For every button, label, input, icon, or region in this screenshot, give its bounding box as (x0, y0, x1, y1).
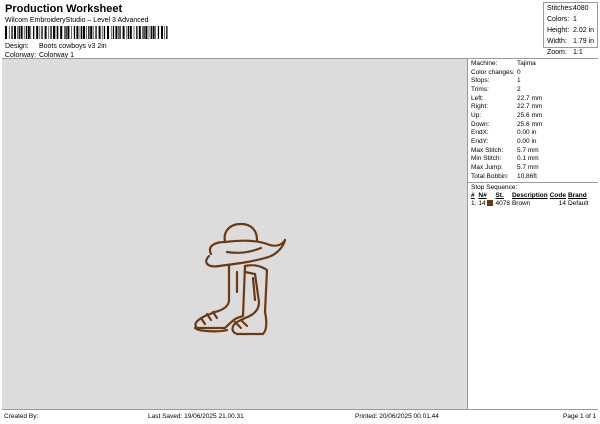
stat-width: Width: 1.79 in (547, 38, 595, 45)
machine-info-label: Right: (471, 103, 488, 111)
machine-info-label: Trims: (471, 85, 489, 93)
cell-needle: 14 (477, 200, 494, 208)
stat-stitches: Stitches: 4080 (547, 5, 589, 12)
machine-info-label: Down: (471, 120, 490, 128)
cell-description: Brown (511, 200, 531, 208)
machine-info-row: Min Stitch: 0.1 mm (468, 155, 598, 164)
stop-sequence-header-row: # N# St. Description Code Brand (470, 192, 590, 200)
machine-info-label: Left: (471, 94, 484, 102)
stat-zoom: Zoom: 1:1 (547, 49, 583, 56)
design-row: Design: Boots cowboys v3 2in (5, 43, 107, 50)
machine-info-value: 10.86ft (517, 172, 537, 180)
machine-info-panel: Machine: Tajima Color changes: 0 Stops: 1 Trim… (468, 59, 598, 409)
machine-info-value: 22.7 mm (517, 103, 543, 111)
page-number: Page 1 of 1 (563, 413, 597, 420)
footer-divider (2, 409, 598, 410)
machine-info-label: Max Stitch: (471, 146, 504, 154)
design-value: Boots cowboys v3 2in (38, 43, 107, 50)
machine-info-row: Up: 25.6 mm (468, 111, 598, 120)
machine-info-row: Machine: Tajima (468, 59, 598, 68)
machine-info-value: Tajima (517, 59, 536, 67)
cell-index: 1. (471, 200, 477, 208)
machine-info-row: Max Stitch: 5.7 mm (468, 146, 598, 155)
cell-brand: Default (567, 200, 589, 208)
machine-info-row: Trims: 2 (468, 85, 598, 94)
design-preview-canvas (2, 59, 468, 409)
machine-info-row: Right: 22.7 mm (468, 102, 598, 111)
printed-date: Printed: 20/06/2025 00.01.44 (355, 413, 439, 420)
footer: Created By: Last Saved: 19/06/2025 21.00… (2, 411, 598, 421)
machine-info-value: 5.7 mm (517, 164, 539, 172)
machine-info-label: Stops: (471, 77, 490, 85)
worksheet: Production Worksheet Wilcom EmbroiderySt… (2, 1, 598, 423)
machine-info-row: Max Jump: 5.7 mm (468, 163, 598, 172)
col-index: # (471, 192, 475, 200)
stats-box: Stitches: 4080 Colors: 1 Height: 2.02 in Wi… (543, 2, 598, 56)
machine-info-label: Total Bobbin: (471, 172, 509, 180)
color-swatch (487, 200, 494, 207)
machine-info-value: 22.7 mm (517, 94, 543, 102)
machine-info-row: EndY: 0.00 in (468, 137, 598, 146)
table-row: 1. 14 4078 Brown 14 Default (470, 200, 590, 208)
machine-info-list: Machine: Tajima Color changes: 0 Stops: 1 Trim… (468, 59, 598, 181)
machine-info-label: Max Jump: (471, 164, 503, 172)
cell-code: 14 (558, 200, 566, 208)
last-saved: Last Saved: 19/06/2025 21.00.31 (148, 413, 244, 420)
machine-info-label: Machine: (471, 59, 498, 67)
machine-info-value: 0 (517, 68, 521, 76)
boots-and-hat-embroidery-image (193, 222, 287, 336)
machine-info-value: 0.1 mm (517, 155, 539, 163)
machine-info-value: 5.7 mm (517, 146, 539, 154)
machine-info-label: Up: (471, 111, 482, 119)
barcode-image (5, 26, 168, 39)
machine-info-row: EndX: 0.00 in (468, 129, 598, 138)
machine-info-value: 1 (517, 77, 521, 85)
stat-height: Height: 2.02 in (547, 27, 595, 34)
software-name: Wilcom EmbroideryStudio – Level 3 Advanc… (5, 17, 149, 24)
machine-info-value: 2 (517, 85, 521, 93)
machine-info-value: 0.00 in (517, 129, 537, 137)
col-stitches: St. (495, 192, 504, 200)
col-brand: Brand (567, 192, 587, 200)
machine-info-label: EndX: (471, 129, 489, 137)
machine-info-label: Color changes: (471, 68, 515, 76)
col-code: Code (549, 192, 566, 200)
machine-info-row: Color changes: 0 (468, 68, 598, 77)
machine-info-row: Total Bobbin: 10.86ft (468, 172, 598, 181)
machine-info-row: Down: 25.6 mm (468, 120, 598, 129)
machine-info-value: 25.6 mm (517, 111, 543, 119)
design-label: Design: (5, 43, 29, 50)
machine-info-row: Stops: 1 (468, 76, 598, 85)
machine-info-row: Left: 22.7 mm (468, 94, 598, 103)
machine-info-label: EndY: (471, 138, 489, 146)
machine-info-value: 0.00 in (517, 138, 537, 146)
col-description: Description (511, 192, 548, 200)
cell-stitches: 4078 (495, 200, 510, 208)
col-needle: N# (478, 192, 487, 200)
machine-info-label: Min Stitch: (471, 155, 502, 163)
stop-sequence-table: # N# St. Description Code Brand 1. 14 40… (470, 192, 590, 208)
stat-colors: Colors: 1 (547, 16, 577, 23)
page-title: Production Worksheet (5, 3, 123, 15)
created-by: Created By: (4, 413, 39, 420)
machine-info-value: 25.6 mm (517, 120, 543, 128)
stop-sequence-title: Stop Sequence: (471, 183, 518, 191)
